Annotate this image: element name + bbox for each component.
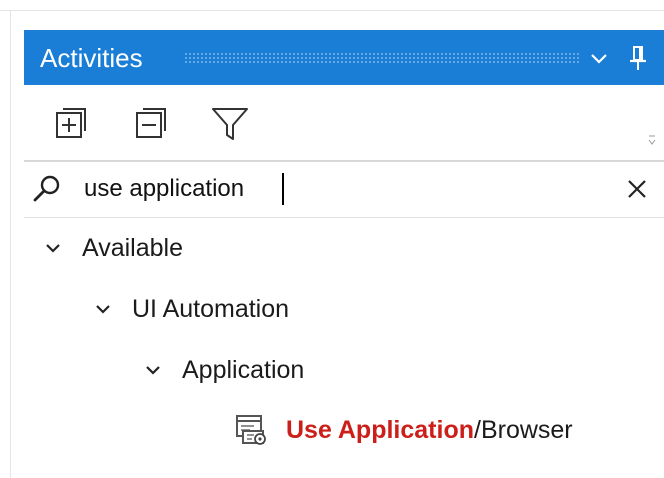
filter-icon[interactable] [210, 103, 250, 143]
search-icon [32, 174, 62, 204]
chevron-down-icon[interactable] [42, 237, 64, 259]
activity-label: Use Application/Browser [286, 416, 573, 445]
search-bar [24, 162, 664, 218]
overflow-grip-icon[interactable] [648, 131, 656, 149]
activity-use-application-browser[interactable]: Use Application/Browser [234, 410, 573, 450]
tree-node-label: Application [182, 355, 305, 384]
tree-node-application[interactable]: Application [142, 350, 304, 390]
collapse-all-icon[interactable] [132, 103, 172, 143]
tree-node-label: Available [82, 233, 184, 262]
tree-node-available[interactable]: Available [42, 228, 183, 268]
activities-panel: Activities use application Available UI … [24, 30, 664, 478]
window-top-edge [0, 0, 664, 11]
chevron-down-icon[interactable] [92, 298, 114, 320]
drag-grip-dots[interactable] [184, 52, 579, 64]
use-application-icon [234, 413, 268, 447]
window-left-edge [10, 10, 11, 478]
search-match-highlight: Use Application [286, 415, 474, 444]
chevron-down-icon[interactable] [587, 46, 611, 70]
expand-all-icon[interactable] [52, 103, 92, 143]
close-icon[interactable] [624, 176, 650, 202]
activity-label-rest: /Browser [474, 415, 573, 444]
search-input[interactable] [84, 171, 584, 207]
panel-toolbar [24, 85, 664, 162]
panel-title-bar[interactable]: Activities [24, 30, 664, 85]
pin-icon[interactable] [626, 44, 650, 72]
chevron-down-icon[interactable] [142, 359, 164, 381]
panel-title: Activities [40, 43, 143, 73]
tree-node-ui-automation[interactable]: UI Automation [92, 289, 289, 329]
tree-node-label: UI Automation [132, 294, 290, 323]
text-caret [282, 173, 284, 205]
